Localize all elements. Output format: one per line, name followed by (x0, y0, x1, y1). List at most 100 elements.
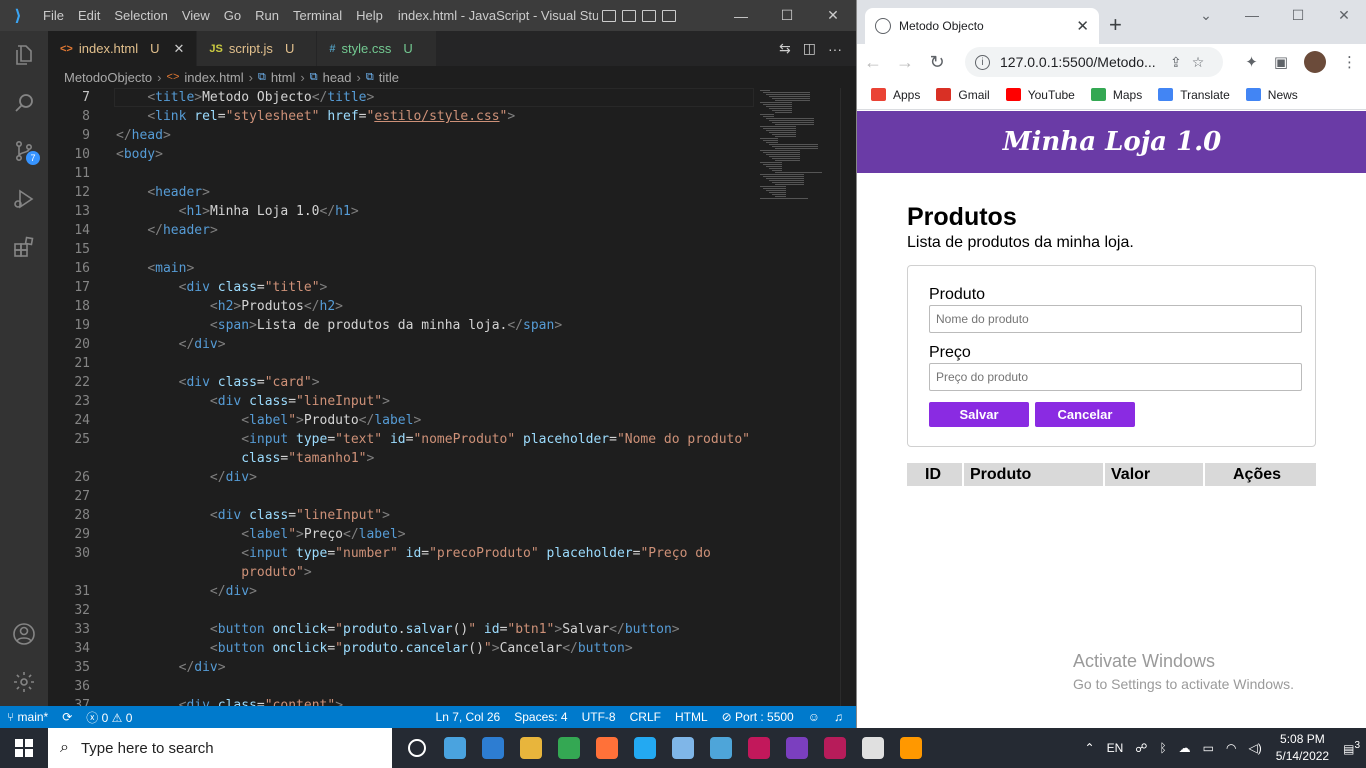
taskbar-app-13[interactable] (892, 728, 930, 768)
menu-item-file[interactable]: File (43, 8, 64, 23)
toggle-secondary-sidebar-icon[interactable] (641, 9, 656, 22)
notifications-bell-icon[interactable]: ♫ (827, 710, 850, 724)
menu-item-go[interactable]: Go (224, 8, 241, 23)
bookmark-apps[interactable]: Apps (871, 88, 920, 102)
encoding[interactable]: UTF-8 (575, 710, 623, 724)
taskbar-app-9[interactable] (740, 728, 778, 768)
toggle-panel-icon[interactable] (621, 9, 636, 22)
language-mode[interactable]: HTML (668, 710, 715, 724)
taskbar-app-1[interactable] (436, 728, 474, 768)
menu-item-run[interactable]: Run (255, 8, 279, 23)
breadcrumb-file[interactable]: index.html (184, 70, 243, 85)
taskbar-app-3[interactable] (512, 728, 550, 768)
onedrive-cloud-icon[interactable]: ☁ (1179, 741, 1191, 755)
taskbar-app-6[interactable] (626, 728, 664, 768)
browser-menu-icon[interactable]: ⋮ (1342, 53, 1357, 71)
menu-item-terminal[interactable]: Terminal (293, 8, 342, 23)
maximize-button[interactable]: ☐ (1275, 0, 1321, 30)
maximize-button[interactable]: ☐ (764, 0, 810, 31)
line-ending[interactable]: CRLF (623, 710, 668, 724)
bookmark-maps[interactable]: Maps (1090, 88, 1142, 102)
explorer-icon[interactable] (0, 31, 48, 79)
menu-item-view[interactable]: View (182, 8, 210, 23)
source-control-icon[interactable]: 7 (0, 127, 48, 175)
taskbar-app-0[interactable] (398, 728, 436, 768)
bluetooth-icon[interactable]: ᛒ (1159, 741, 1166, 755)
breadcrumb-html[interactable]: html (271, 70, 296, 85)
breadcrumb-title[interactable]: title (379, 70, 399, 85)
taskbar-app-4[interactable] (550, 728, 588, 768)
bookmark-youtube[interactable]: YouTube (1005, 88, 1075, 102)
back-icon[interactable]: ← (857, 52, 889, 73)
minimap[interactable] (756, 88, 840, 706)
git-branch[interactable]: ⑂ main* (0, 710, 55, 724)
product-name-input[interactable]: Nome do produto (929, 305, 1302, 333)
bookmark-gmail[interactable]: Gmail (936, 88, 990, 102)
breadcrumb-head[interactable]: head (323, 70, 352, 85)
settings-gear-icon[interactable] (0, 658, 48, 706)
tab-search-icon[interactable]: ⌄ (1183, 0, 1229, 30)
share-icon[interactable]: ⇪ (1170, 54, 1182, 71)
search-icon[interactable] (0, 79, 48, 127)
taskbar-search-box[interactable]: ⌕ Type here to search (48, 728, 392, 768)
accounts-icon[interactable] (0, 610, 48, 658)
tray-expand-icon[interactable]: ⌃ (1085, 741, 1095, 755)
split-editor-icon[interactable]: ◫ (803, 40, 816, 57)
tab-index-html[interactable]: <> index.html U ✕ (48, 31, 198, 66)
price-input[interactable]: Preço do produto (929, 363, 1302, 391)
taskbar-app-12[interactable] (854, 728, 892, 768)
battery-icon[interactable]: ▭ (1203, 741, 1214, 755)
feedback-icon[interactable]: ☺ (801, 710, 827, 724)
extensions-puzzle-icon[interactable]: ✦ (1245, 53, 1258, 71)
volume-icon[interactable]: ◁) (1248, 741, 1261, 755)
taskbar-app-5[interactable] (588, 728, 626, 768)
notifications-icon[interactable]: ▤3 (1343, 740, 1360, 756)
forward-icon[interactable]: → (889, 52, 921, 73)
bookmark-star-icon[interactable]: ☆ (1192, 54, 1205, 71)
menu-item-selection[interactable]: Selection (114, 8, 167, 23)
close-tab-icon[interactable]: ✕ (1076, 17, 1089, 35)
taskbar-app-10[interactable] (778, 728, 816, 768)
menu-item-edit[interactable]: Edit (78, 8, 100, 23)
more-actions-icon[interactable]: ··· (828, 41, 842, 57)
close-button[interactable]: ✕ (810, 0, 856, 31)
layout-controls[interactable] (601, 9, 676, 22)
save-button[interactable]: Salvar (929, 402, 1029, 427)
menu-item-help[interactable]: Help (356, 8, 383, 23)
sync-icon[interactable]: ⟳ (55, 710, 79, 724)
minimize-button[interactable]: — (718, 0, 764, 31)
toggle-sidebar-icon[interactable] (601, 9, 616, 22)
open-changes-icon[interactable]: ⇆ (779, 40, 791, 57)
taskbar-app-2[interactable] (474, 728, 512, 768)
run-debug-icon[interactable] (0, 175, 48, 223)
taskbar-app-11[interactable] (816, 728, 854, 768)
browser-tab[interactable]: Metodo Objecto ✕ (865, 8, 1099, 44)
code-editor[interactable]: 7 <title>Metodo Objecto</title> 8 <link r… (48, 88, 756, 706)
people-icon[interactable]: ☍ (1135, 741, 1147, 755)
side-panel-icon[interactable]: ▣ (1274, 53, 1288, 71)
extensions-icon[interactable] (0, 223, 48, 271)
cancel-button[interactable]: Cancelar (1035, 402, 1135, 427)
customize-layout-icon[interactable] (661, 9, 676, 22)
problems-indicator[interactable]: ⓧ 0 ⚠ 0 (79, 709, 139, 726)
site-info-icon[interactable]: i (975, 54, 990, 70)
close-tab-icon[interactable]: ✕ (174, 41, 185, 57)
wifi-icon[interactable]: ◠ (1226, 741, 1236, 755)
start-button[interactable] (0, 728, 48, 768)
cursor-position[interactable]: Ln 7, Col 26 (429, 710, 508, 724)
breadcrumb-folder[interactable]: MetodoObjecto (64, 70, 152, 85)
address-bar[interactable]: i 127.0.0.1:5500/Metodo... ⇪ ☆ (965, 47, 1223, 77)
editor-scrollbar[interactable] (840, 88, 854, 706)
bookmark-news[interactable]: News (1245, 88, 1298, 102)
new-tab-button[interactable]: + (1109, 12, 1122, 38)
language-indicator[interactable]: EN (1107, 741, 1124, 755)
taskbar-app-8[interactable] (702, 728, 740, 768)
tab-style-css[interactable]: # style.css U (317, 31, 438, 66)
taskbar-app-7[interactable] (664, 728, 702, 768)
tab-script-js[interactable]: JS script.js U (197, 31, 318, 66)
bookmark-translate[interactable]: Translate (1158, 88, 1230, 102)
profile-avatar[interactable] (1304, 51, 1326, 73)
close-button[interactable]: ✕ (1321, 0, 1366, 30)
clock[interactable]: 5:08 PM 5/14/2022 (1276, 731, 1329, 765)
reload-icon[interactable]: ↻ (921, 52, 953, 73)
